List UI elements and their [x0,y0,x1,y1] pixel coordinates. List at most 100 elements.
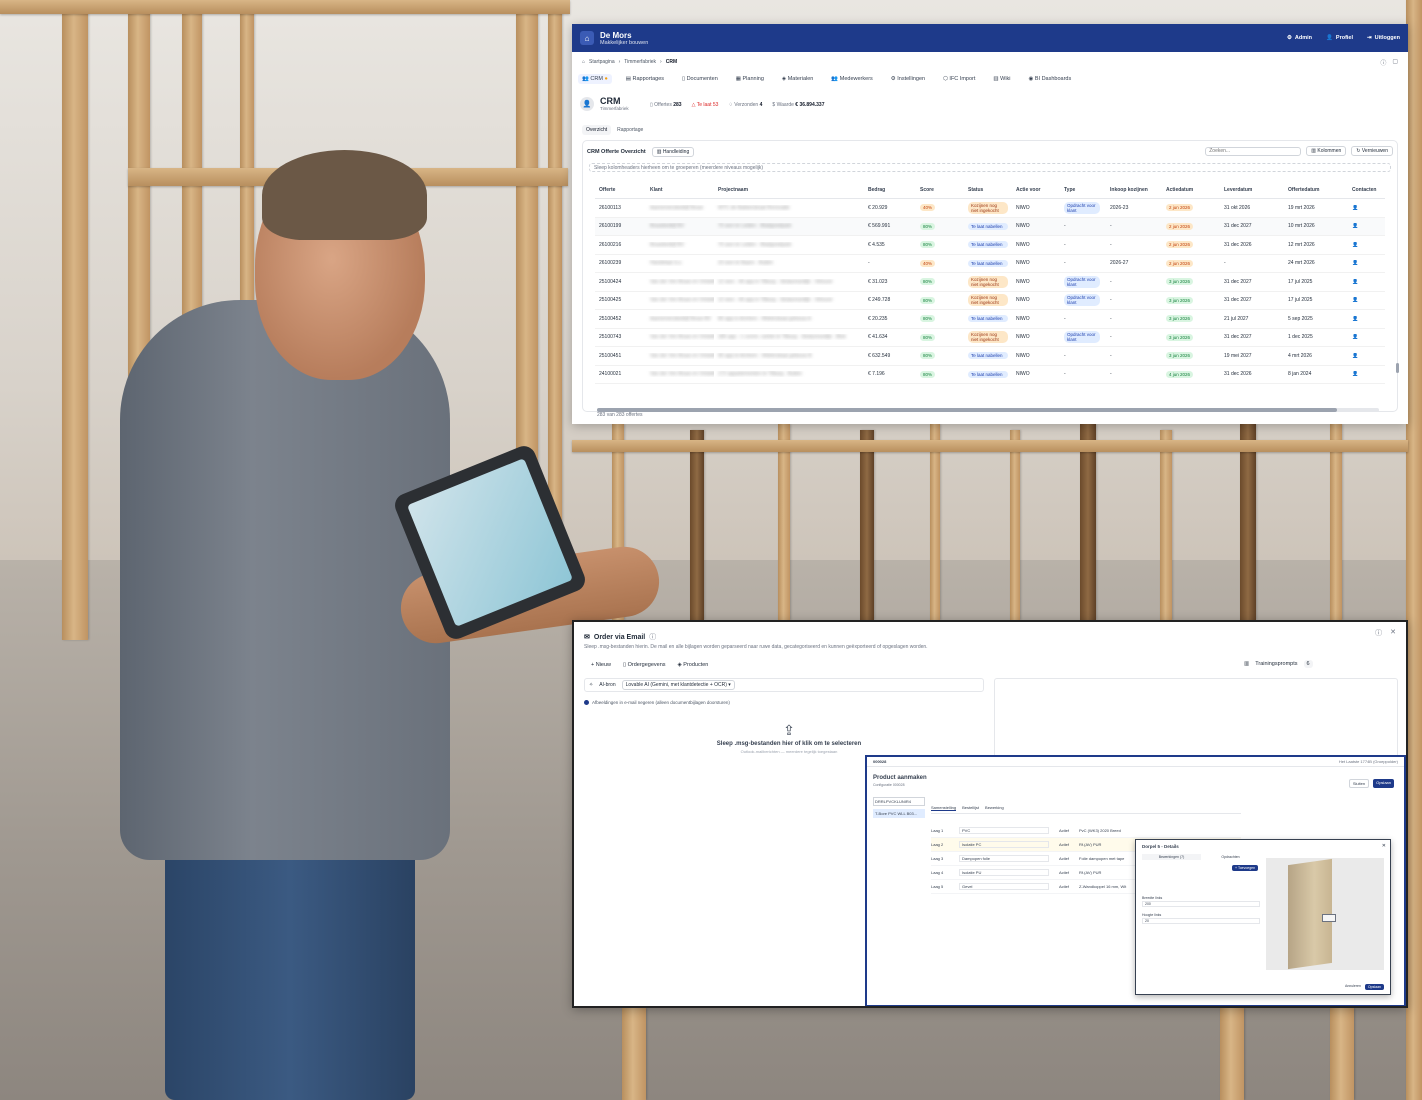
table-row[interactable]: 25100451 Van der Ven Bouw en Ontwikkeling… [595,347,1385,366]
manual-button[interactable]: ▥ Handleiding [651,147,695,157]
ai-source-select[interactable]: Lovable AI (Gemini, met klantdetectie + … [621,680,735,690]
training-prompts[interactable]: ▥ Trainingsprompts 6 [1244,660,1313,668]
help-icon[interactable]: ⓘ [1380,58,1386,67]
ordergegevens-button[interactable]: ▯ Ordergegevens [620,660,668,670]
breadcrumb-item[interactable]: Timmerfabriek [624,59,656,65]
table-row[interactable]: 25100743 Van der Ven Bouw en Ontwikkeling… [595,329,1385,347]
layer-material[interactable]: Isolatie PC [959,841,1049,848]
tab-crm[interactable]: 👥 CRM ● [578,74,612,84]
tab-ifc-import[interactable]: ⬡ IFC Import [939,74,979,84]
group-drop-zone[interactable]: Sleep kolomheaders hierheen om te groepe… [589,163,1391,172]
breedte-input[interactable]: 200 [1142,901,1260,907]
tab-materialen[interactable]: ◈ Materialen [778,74,817,84]
vertical-scrollbar[interactable] [1396,363,1399,373]
cell-inkoop: - [1110,223,1112,230]
new-button[interactable]: + Nieuw [588,660,614,670]
cell-score: 80% [916,315,964,323]
close-icon[interactable]: ✕ [1390,628,1396,638]
tab-medewerkers[interactable]: 👥 Medewerkers [827,74,876,84]
col-projectnaam[interactable]: Projectnaam [714,187,864,193]
contact-icon[interactable]: 👤 [1348,279,1385,285]
tab-opdrachten[interactable]: Opdrachten [1201,854,1260,860]
profile-link[interactable]: 👤 Profiel [1326,35,1353,41]
add-button[interactable]: + Toevoegen [1232,865,1259,871]
tab-instellingen[interactable]: ⚙ Instellingen [887,74,929,84]
table-row[interactable]: 25100425 Van der Ven Bouw en Ontwikkeling… [595,292,1385,310]
logout-link[interactable]: ⇥ Uitloggen [1367,35,1400,41]
tab-overzicht[interactable]: Overzicht [582,125,612,135]
door-3d-preview[interactable] [1266,858,1384,970]
tab-planning[interactable]: ▦ Planning [732,74,768,84]
col-contacten[interactable]: Contacten [1348,187,1385,193]
columns-button[interactable]: ▥ Kolommen [1306,146,1347,156]
contact-icon[interactable]: 👤 [1348,371,1385,377]
layer-row[interactable]: Laag 1 PVC Actief PvC (WK3) 2020 Breed [931,824,1241,838]
col-actie-voor[interactable]: Actie voor [1012,187,1060,193]
breadcrumb-item[interactable]: Startpagina [589,59,615,65]
layer-material[interactable]: Isolatie PU [959,869,1049,876]
col-offertedatum[interactable]: Offertedatum [1284,187,1348,193]
col-bedrag[interactable]: Bedrag [864,187,916,193]
tab-bewerking[interactable]: Bewerking [985,805,1004,811]
tab-wiki[interactable]: ▥ Wiki [989,74,1014,84]
col-inkoop[interactable]: Inkoop kozijnen [1106,187,1162,193]
product-list-item[interactable]: T-Bore PVC WLL B03... [873,809,925,818]
tab-samenstelling[interactable]: Samenstelling [931,805,957,811]
msg-drop-zone[interactable]: ⇪ Sleep .msg-bestanden hier of klik om t… [644,722,934,754]
col-actiedatum[interactable]: Actiedatum [1162,187,1220,193]
contact-icon[interactable]: 👤 [1348,205,1385,211]
table-row[interactable]: 25100424 Van der Ven Bouw en Ontwikkeling… [595,273,1385,292]
table-row[interactable]: 26100199 Bouwbedrijf BV 75 won te Leiden -… [595,217,1385,236]
contact-icon[interactable]: 👤 [1348,353,1385,359]
cancel-button[interactable]: Annuleren [1345,984,1361,990]
table-row[interactable]: 26100216 Bouwbedrijf BV 75 won te Leiden -… [595,236,1385,255]
col-type[interactable]: Type [1060,187,1106,193]
help-icon[interactable]: ⓘ [1375,628,1382,638]
col-score[interactable]: Score [916,187,964,193]
contact-icon[interactable]: 👤 [1348,316,1385,322]
contact-icon[interactable]: 👤 [1348,260,1385,266]
table-row[interactable]: 26100239 Handelaar b.v. 23 won te Baarn - … [595,255,1385,273]
layer-material[interactable]: Gevel [959,883,1049,890]
contact-icon[interactable]: 👤 [1348,297,1385,303]
table-row[interactable]: 25100452 Aannemersbedrijf Bouw BV 80 app i… [595,310,1385,329]
window-icon[interactable]: ▢ [1392,58,1398,67]
tab-bestellijst[interactable]: Bestellijst [962,805,979,811]
cell-score: 80% [916,222,964,230]
refresh-button[interactable]: ↻ Vernieuwen [1351,146,1393,156]
producten-button[interactable]: ◈ Producten [675,660,712,670]
ignore-images-checkbox[interactable]: Afbeeldingen in e-mail negeren (alleen d… [584,700,984,705]
layer-material[interactable]: Dampopen folie [959,855,1049,862]
info-icon[interactable]: ⓘ [649,632,656,642]
status-badge: Te laat nabellen [968,370,1008,378]
col-status[interactable]: Status [964,187,1012,193]
tab-bewerkingen[interactable]: Bewerkingen (7) [1142,854,1201,860]
layer-material[interactable]: PVC [959,827,1049,834]
contact-icon[interactable]: 👤 [1348,334,1385,340]
home-icon[interactable]: ⌂ [580,31,594,45]
tab-documenten[interactable]: ▯ Documenten [678,74,722,84]
col-klant[interactable]: Klant [646,187,714,193]
tab-rapportage[interactable]: Rapportage [613,125,647,135]
scrollbar-thumb[interactable] [597,408,1337,412]
save-button[interactable]: Opslaan [1364,984,1384,990]
admin-link[interactable]: ⚙ Admin [1287,35,1312,41]
hoogte-input[interactable]: 20 [1142,918,1260,924]
product-select[interactable]: DRRLPVCKLUNIR4 [873,797,925,806]
contact-icon[interactable]: 👤 [1348,242,1385,248]
cell-leverdatum: 31 dec 2026 [1224,371,1252,378]
drop-subtitle: Outlook-mailberichten — meerdere tegelij… [740,749,838,754]
search-input[interactable] [1205,146,1302,156]
col-offerte[interactable]: Offerte [595,187,646,193]
checkbox-indicator[interactable] [584,700,589,705]
horizontal-scrollbar[interactable] [597,408,1379,412]
close-icon[interactable]: ✕ [1382,843,1386,849]
table-row[interactable]: 26100113 Aannemersbedrijf Bouw WTC de Bakk… [595,199,1385,218]
save-button[interactable]: Opslaan [1373,779,1394,788]
table-row[interactable]: 24100021 Van der Ven Bouw en Ontwikkeling… [595,366,1385,384]
tab-rapportages[interactable]: ▤ Rapportages [622,74,668,84]
tab-bi-dashboards[interactable]: ◉ BI Dashboards [1025,74,1076,84]
contact-icon[interactable]: 👤 [1348,223,1385,229]
col-leverdatum[interactable]: Leverdatum [1220,187,1284,193]
close-button[interactable]: Sluiten [1348,779,1370,788]
